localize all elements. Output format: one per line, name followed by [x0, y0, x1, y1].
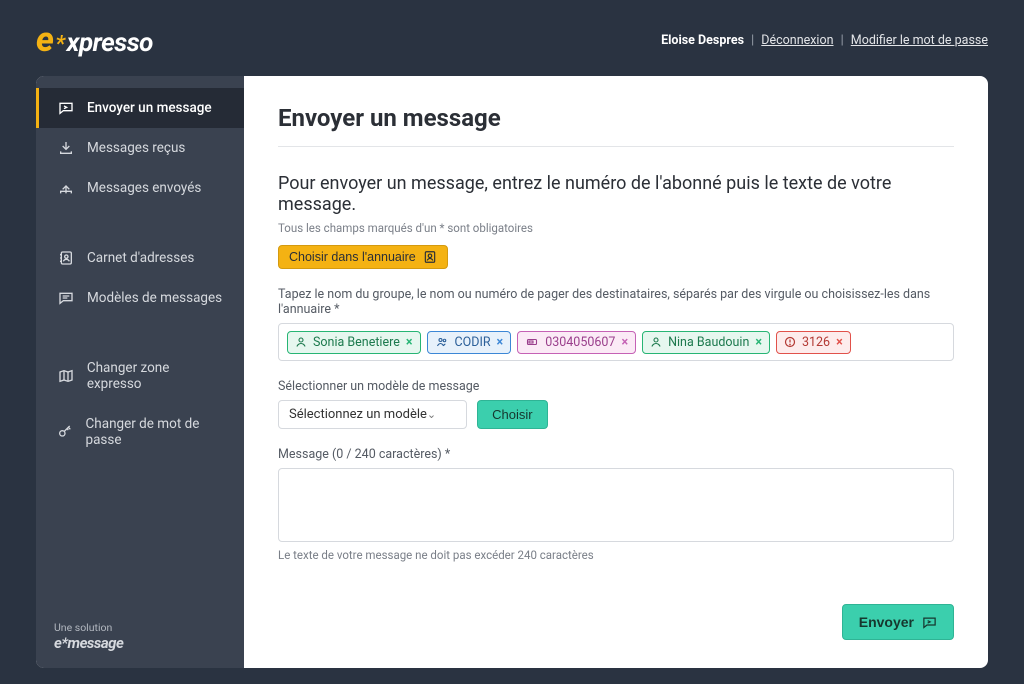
chat-send-icon: [922, 615, 937, 630]
send-button[interactable]: Envoyer: [842, 604, 954, 640]
main-panel: Envoyer un message Pour envoyer un messa…: [244, 76, 988, 668]
sidebar-item-addressbook[interactable]: Carnet d'adresses: [36, 238, 244, 278]
logout-link[interactable]: Déconnexion: [761, 33, 833, 48]
user-links: Eloise Despres | Déconnexion | Modifier …: [661, 33, 988, 48]
recipient-tag-pager: 0304050607 ×: [517, 331, 636, 354]
intro-text: Pour envoyer un message, entrez le numér…: [278, 173, 954, 215]
user-name: Eloise Despres: [661, 33, 744, 48]
sidebar-item-zone[interactable]: Changer zone expresso: [36, 348, 244, 404]
addressbook-icon: [57, 250, 75, 266]
model-label: Sélectionner un modèle de message: [278, 379, 954, 394]
sidebar: Envoyer un message Messages reçus Messag…: [36, 76, 244, 668]
message-textarea[interactable]: [278, 468, 954, 542]
person-icon: [650, 336, 662, 348]
key-icon: [57, 424, 74, 440]
tag-remove-icon[interactable]: ×: [406, 335, 413, 350]
sidebar-item-templates[interactable]: Modèles de messages: [36, 278, 244, 318]
sidebar-item-send-message[interactable]: Envoyer un message: [36, 88, 244, 128]
tag-remove-icon[interactable]: ×: [621, 335, 628, 350]
chat-send-icon: [57, 100, 75, 116]
sidebar-item-label: Changer zone expresso: [87, 360, 226, 392]
template-select[interactable]: Sélectionnez un modèle ⌄: [278, 400, 467, 429]
sidebar-item-label: Changer de mot de passe: [86, 416, 227, 448]
contact-book-icon: [423, 250, 437, 264]
upload-icon: [57, 180, 75, 196]
choose-directory-button[interactable]: Choisir dans l'annuaire: [278, 245, 448, 269]
change-password-link[interactable]: Modifier le mot de passe: [851, 33, 988, 48]
sidebar-item-password[interactable]: Changer de mot de passe: [36, 404, 244, 460]
page-title: Envoyer un message: [278, 104, 954, 132]
pager-icon: [525, 336, 539, 348]
divider: [278, 146, 954, 147]
chevron-down-icon: ⌄: [427, 408, 436, 421]
sidebar-item-label: Modèles de messages: [87, 290, 222, 306]
choose-template-button[interactable]: Choisir: [477, 400, 547, 429]
tag-remove-icon[interactable]: ×: [755, 335, 762, 350]
sidebar-item-inbox[interactable]: Messages reçus: [36, 128, 244, 168]
sidebar-item-label: Messages reçus: [87, 140, 185, 156]
recipient-tag-error: 3126 ×: [776, 331, 851, 354]
chat-template-icon: [57, 290, 75, 306]
sidebar-item-sent[interactable]: Messages envoyés: [36, 168, 244, 208]
message-hint: Le texte de votre message ne doit pas ex…: [278, 548, 954, 562]
sidebar-item-label: Carnet d'adresses: [87, 250, 194, 266]
tag-remove-icon[interactable]: ×: [497, 335, 504, 350]
recipient-tag-group: CODIR ×: [427, 331, 512, 354]
recipient-tag-person: Nina Baudouin ×: [642, 331, 770, 354]
map-icon: [57, 368, 75, 384]
person-icon: [295, 336, 307, 348]
recipients-input[interactable]: Sonia Benetiere × CODIR × 0304050607 × N…: [278, 323, 954, 361]
group-icon: [435, 336, 449, 348]
sidebar-footer: Une solution e*message: [36, 605, 244, 668]
recipient-tag-person: Sonia Benetiere ×: [287, 331, 421, 354]
download-icon: [57, 140, 75, 156]
recipients-label: Tapez le nom du groupe, le nom ou numéro…: [278, 287, 954, 317]
sidebar-item-label: Envoyer un message: [87, 100, 212, 116]
sidebar-item-label: Messages envoyés: [87, 180, 201, 196]
app-logo: e*xpresso: [36, 20, 153, 60]
tag-remove-icon[interactable]: ×: [836, 335, 843, 350]
alert-icon: [784, 336, 796, 348]
message-label: Message (0 / 240 caractères) *: [278, 447, 954, 462]
required-hint: Tous les champs marqués d'un * sont obli…: [278, 221, 954, 235]
